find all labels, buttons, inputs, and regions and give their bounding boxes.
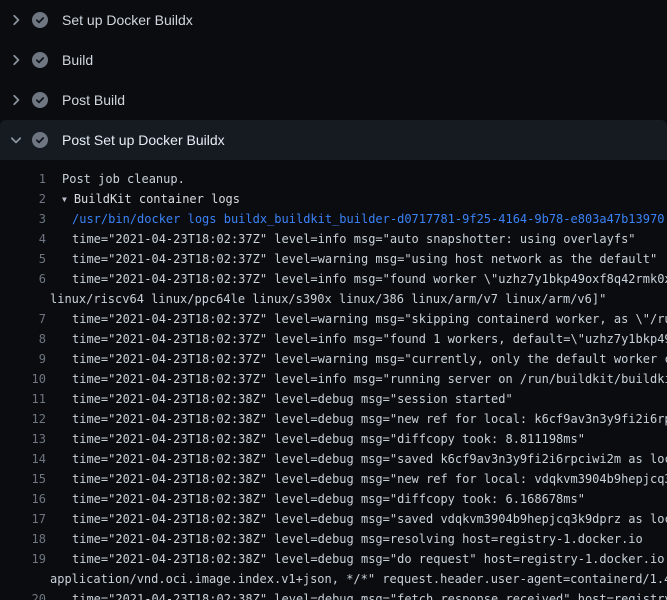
log-line-text: time="2021-04-23T18:02:38Z" level=debug …: [46, 409, 667, 429]
log-line-number[interactable]: 7: [0, 309, 46, 329]
log-line-number[interactable]: 17: [0, 509, 46, 529]
log-line-text: time="2021-04-23T18:02:38Z" level=debug …: [46, 429, 667, 449]
log-line: 5 time="2021-04-23T18:02:37Z" level=warn…: [0, 249, 667, 269]
log-command-text: /usr/bin/docker logs buildx_buildkit_bui…: [46, 209, 667, 229]
log-line-number[interactable]: 4: [0, 229, 46, 249]
log-line: 4 time="2021-04-23T18:02:37Z" level=info…: [0, 229, 667, 249]
log-line-number[interactable]: [0, 289, 46, 309]
log-line-text: time="2021-04-23T18:02:38Z" level=debug …: [46, 489, 667, 509]
log-line-text: time="2021-04-23T18:02:37Z" level=info m…: [46, 269, 667, 289]
log-line: 19 time="2021-04-23T18:02:38Z" level=deb…: [0, 549, 667, 569]
log-line: 2 ▼BuildKit container logs: [0, 189, 667, 209]
log-line-number[interactable]: [0, 569, 46, 589]
log-line: 16 time="2021-04-23T18:02:38Z" level=deb…: [0, 489, 667, 509]
log-line: 3 /usr/bin/docker logs buildx_buildkit_b…: [0, 209, 667, 229]
log-line-number[interactable]: 15: [0, 469, 46, 489]
log-line-number[interactable]: 14: [0, 449, 46, 469]
log-line-text: time="2021-04-23T18:02:37Z" level=warnin…: [46, 349, 667, 369]
log-line-text: time="2021-04-23T18:02:38Z" level=debug …: [46, 449, 667, 469]
log-line: 6 time="2021-04-23T18:02:37Z" level=info…: [0, 269, 667, 289]
log-line-text: time="2021-04-23T18:02:37Z" level=info m…: [46, 369, 667, 389]
log-line-number[interactable]: 20: [0, 589, 46, 600]
log-line: 9 time="2021-04-23T18:02:37Z" level=warn…: [0, 349, 667, 369]
log-line: 7 time="2021-04-23T18:02:37Z" level=warn…: [0, 309, 667, 329]
check-circle-icon: [32, 92, 48, 108]
log-line: 10 time="2021-04-23T18:02:37Z" level=inf…: [0, 369, 667, 389]
actions-log-viewer: Set up Docker Buildx Build Post Buil: [0, 0, 667, 600]
step-label: Post Build: [62, 92, 125, 108]
log-line-number[interactable]: 6: [0, 269, 46, 289]
log-line-text: time="2021-04-23T18:02:38Z" level=debug …: [46, 509, 667, 529]
check-circle-icon: [32, 52, 48, 68]
chevron-right-icon[interactable]: [8, 52, 24, 68]
log-line-text: time="2021-04-23T18:02:38Z" level=debug …: [46, 529, 667, 549]
log-line-text: time="2021-04-23T18:02:37Z" level=warnin…: [46, 309, 667, 329]
log-line-text: time="2021-04-23T18:02:37Z" level=info m…: [46, 329, 667, 349]
log-line: 14 time="2021-04-23T18:02:38Z" level=deb…: [0, 449, 667, 469]
log-line-number[interactable]: 5: [0, 249, 46, 269]
log-line-text: time="2021-04-23T18:02:38Z" level=debug …: [46, 589, 667, 600]
log-line-text: time="2021-04-23T18:02:38Z" level=debug …: [46, 549, 667, 569]
chevron-down-icon[interactable]: [8, 132, 24, 148]
step-label: Build: [62, 52, 93, 68]
log-line-number[interactable]: 12: [0, 409, 46, 429]
log-line: 1 Post job cleanup.: [0, 169, 667, 189]
log-line-number[interactable]: 1: [0, 169, 46, 189]
log-line-text: Post job cleanup.: [46, 169, 667, 189]
log-line-number[interactable]: 10: [0, 369, 46, 389]
log-line-text: application/vnd.oci.image.index.v1+json,…: [46, 569, 667, 589]
log-line-number[interactable]: 8: [0, 329, 46, 349]
log-line-text: time="2021-04-23T18:02:38Z" level=debug …: [46, 469, 667, 489]
log-line: 17 time="2021-04-23T18:02:38Z" level=deb…: [0, 509, 667, 529]
check-circle-icon: [32, 12, 48, 28]
log-line-text: time="2021-04-23T18:02:38Z" level=debug …: [46, 389, 667, 409]
log-line-text: linux/riscv64 linux/ppc64le linux/s390x …: [46, 289, 667, 309]
log-line: 8 time="2021-04-23T18:02:37Z" level=info…: [0, 329, 667, 349]
log-line: 20 time="2021-04-23T18:02:38Z" level=deb…: [0, 589, 667, 600]
step-row-post-build[interactable]: Post Build: [0, 80, 667, 120]
log-line: 11 time="2021-04-23T18:02:38Z" level=deb…: [0, 389, 667, 409]
triangle-down-icon[interactable]: ▼: [62, 190, 67, 209]
log-line-number[interactable]: 2: [0, 189, 46, 209]
log-panel: 1 Post job cleanup. 2 ▼BuildKit containe…: [0, 160, 667, 600]
log-line: 18 time="2021-04-23T18:02:38Z" level=deb…: [0, 529, 667, 549]
log-line-number[interactable]: 16: [0, 489, 46, 509]
log-line: application/vnd.oci.image.index.v1+json,…: [0, 569, 667, 589]
step-row-post-set-up-docker-buildx[interactable]: Post Set up Docker Buildx: [0, 120, 667, 160]
step-list: Set up Docker Buildx Build Post Buil: [0, 0, 667, 160]
log-line-text: time="2021-04-23T18:02:37Z" level=info m…: [46, 229, 667, 249]
log-line-number[interactable]: 13: [0, 429, 46, 449]
log-line-number[interactable]: 19: [0, 549, 46, 569]
log-line-text: time="2021-04-23T18:02:37Z" level=warnin…: [46, 249, 667, 269]
check-circle-icon: [32, 132, 48, 148]
log-line-number[interactable]: 18: [0, 529, 46, 549]
chevron-right-icon[interactable]: [8, 12, 24, 28]
log-line: 12 time="2021-04-23T18:02:38Z" level=deb…: [0, 409, 667, 429]
log-line-number[interactable]: 9: [0, 349, 46, 369]
step-label: Set up Docker Buildx: [62, 12, 193, 28]
chevron-right-icon[interactable]: [8, 92, 24, 108]
log-line-number[interactable]: 3: [0, 209, 46, 229]
log-line-text[interactable]: ▼BuildKit container logs: [46, 189, 667, 209]
log-line: linux/riscv64 linux/ppc64le linux/s390x …: [0, 289, 667, 309]
step-label: Post Set up Docker Buildx: [62, 132, 225, 148]
log-line: 13 time="2021-04-23T18:02:38Z" level=deb…: [0, 429, 667, 449]
log-line-number[interactable]: 11: [0, 389, 46, 409]
step-row-set-up-docker-buildx[interactable]: Set up Docker Buildx: [0, 0, 667, 40]
step-row-build[interactable]: Build: [0, 40, 667, 80]
log-line: 15 time="2021-04-23T18:02:38Z" level=deb…: [0, 469, 667, 489]
